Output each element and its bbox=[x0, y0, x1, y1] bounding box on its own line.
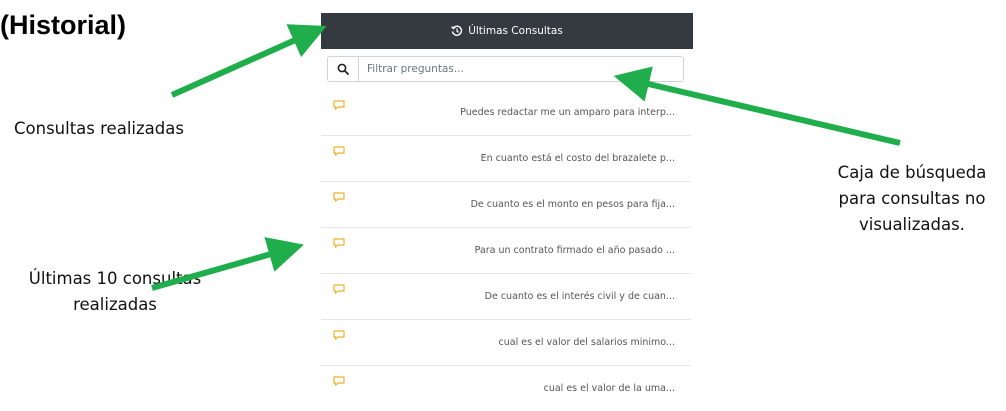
arrow-to-search bbox=[613, 66, 901, 146]
arrow-to-list bbox=[151, 237, 304, 291]
annotation-arrows bbox=[151, 24, 901, 291]
arrow-to-header bbox=[170, 24, 327, 98]
